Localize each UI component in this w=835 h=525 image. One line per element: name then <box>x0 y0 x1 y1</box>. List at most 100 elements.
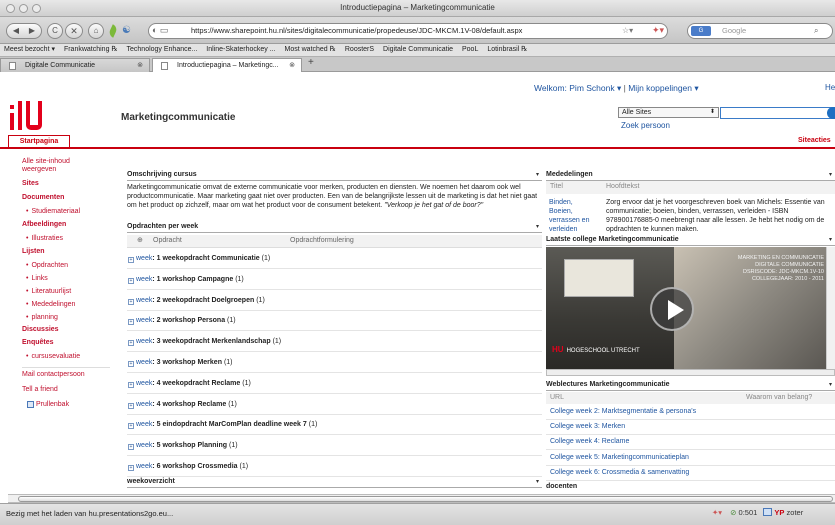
column-hoofdtekst[interactable]: Hoofdtekst <box>606 181 639 193</box>
expand-icon[interactable]: + <box>128 278 134 284</box>
zotero-label[interactable]: zoter <box>787 508 804 517</box>
webpart-menu-icon[interactable]: ▾ <box>536 477 539 487</box>
bookmark-item[interactable]: Frankwatching ℞ <box>64 46 118 53</box>
expand-icon[interactable]: + <box>128 340 134 346</box>
week-group-link[interactable]: week <box>136 338 152 345</box>
help-link[interactable]: He <box>825 83 835 92</box>
leftnav-illustraties[interactable]: Illustraties <box>22 235 63 242</box>
column-titel[interactable]: Titel <box>550 181 563 193</box>
search-scope-select[interactable]: Alle Sites ⬍ <box>618 107 719 118</box>
leftnav-planning[interactable]: planning <box>22 314 57 321</box>
video-horizontal-scrollbar[interactable] <box>546 369 835 376</box>
webpart-menu-icon[interactable]: ▾ <box>829 170 832 180</box>
week-item-label[interactable]: : 5 eindopdracht MarComPlan deadline wee… <box>152 421 306 428</box>
column-opdracht[interactable]: Opdracht <box>153 235 182 247</box>
expand-icon[interactable]: + <box>128 382 134 388</box>
reload-icon[interactable]: C <box>47 23 63 39</box>
back-icon[interactable]: ◀ <box>8 24 24 38</box>
welcome-user-menu[interactable]: Welkom: Pim Schonk ▾ <box>534 83 621 93</box>
weblecture-link[interactable]: College week 3: Merken <box>550 423 625 430</box>
week-item-label[interactable]: : 3 weekopdracht Merkenlandschap <box>152 338 270 345</box>
yp-label[interactable]: YP <box>774 508 784 517</box>
close-tab-icon[interactable]: ⊗ <box>289 59 295 72</box>
hu-logo[interactable] <box>10 101 60 131</box>
weblecture-link[interactable]: College week 5: Marketingcommunicatiepla… <box>550 454 689 461</box>
week-item-label[interactable]: : 4 workshop Reclame <box>152 401 226 408</box>
leftnav-sites[interactable]: Sites <box>22 180 39 187</box>
week-item-label[interactable]: : 2 weekopdracht Doelgroepen <box>152 297 254 304</box>
my-links-menu[interactable]: Mijn koppelingen ▾ <box>628 83 698 93</box>
week-group-link[interactable]: week <box>136 297 152 304</box>
site-search-input[interactable] <box>720 107 835 119</box>
leftnav-opdrachten[interactable]: Opdrachten <box>22 262 68 269</box>
weblecture-link[interactable]: College week 4: Reclame <box>550 438 629 445</box>
bookmark-item[interactable]: Lotinbrasil ℞ <box>487 46 527 53</box>
expand-icon[interactable]: + <box>128 444 134 450</box>
weblecture-link[interactable]: College week 6: Crossmedia & samenvattin… <box>550 469 689 476</box>
tab-introductiepagina[interactable]: Introductiepagina – Marketingc... ⊗ <box>152 58 302 72</box>
weblecture-link[interactable]: College week 2: Marktsegmentatie & perso… <box>550 408 696 415</box>
leftnav-mededelingen[interactable]: Mededelingen <box>22 301 75 308</box>
expand-icon[interactable]: + <box>128 403 134 409</box>
bookmark-item[interactable]: Technology Enhance... <box>127 46 198 53</box>
new-tab-icon[interactable]: + <box>308 57 314 68</box>
week-group-link[interactable]: week <box>136 276 152 283</box>
connection-icon[interactable]: ⊘ <box>730 508 736 517</box>
bookmark-item[interactable]: RoosterS <box>345 46 374 53</box>
webpart-menu-icon[interactable]: ▾ <box>536 170 539 180</box>
scrollbar-thumb[interactable] <box>18 496 833 502</box>
leftnav-afbeeldingen[interactable]: Afbeeldingen <box>22 221 66 228</box>
week-item-label[interactable]: : 4 weekopdracht Reclame <box>152 380 240 387</box>
expand-icon[interactable]: + <box>128 319 134 325</box>
week-group-link[interactable]: week <box>136 359 152 366</box>
leftnav-studiemateriaal[interactable]: Studiemateriaal <box>22 208 80 215</box>
week-group-link[interactable]: week <box>136 317 152 324</box>
week-item-label[interactable]: : 2 workshop Persona <box>152 317 225 324</box>
search-go-icon[interactable] <box>827 107 835 119</box>
leftnav-literatuurlijst[interactable]: Literatuurlijst <box>22 288 71 295</box>
leftnav-enquetes[interactable]: Enquêtes <box>22 339 54 346</box>
find-person-link[interactable]: Zoek persoon <box>621 121 670 130</box>
bookmark-item[interactable]: Meest bezocht ▾ <box>4 46 55 53</box>
bookmark-item[interactable]: Most watched ℞ <box>285 46 336 53</box>
site-identity-icon[interactable]: ◐ ▭ <box>152 25 168 36</box>
bookmark-item[interactable]: PooL <box>462 46 478 53</box>
lecture-video-player[interactable]: MARKETING EN COMMUNICATIE DIGITALE COMMU… <box>546 247 826 369</box>
week-item-label[interactable]: : 6 workshop Crossmedia <box>152 463 237 470</box>
stop-icon[interactable]: ✕ <box>65 23 83 39</box>
firefox-addon-icon[interactable]: ✦▾ <box>652 25 664 36</box>
week-group-link[interactable]: week <box>136 421 152 428</box>
announcement-title-link[interactable]: Binden, Boeien, verrassen en verleiden <box>549 198 597 234</box>
week-item-label[interactable]: : 3 workshop Merken <box>152 359 222 366</box>
close-tab-icon[interactable]: ⊗ <box>137 59 143 72</box>
expand-icon[interactable]: + <box>128 465 134 471</box>
url-bar[interactable]: https://www.sharepoint.hu.nl/sites/digit… <box>148 23 668 39</box>
home-icon[interactable]: ⌂ <box>88 23 104 39</box>
leftnav-prullenbak[interactable]: Prullenbak <box>36 401 69 408</box>
week-group-link[interactable]: week <box>136 255 152 262</box>
site-title[interactable]: Marketingcommunicatie <box>121 112 235 123</box>
play-icon[interactable] <box>650 287 694 331</box>
week-group-link[interactable]: week <box>136 463 152 470</box>
week-item-label[interactable]: : 1 weekopdracht Communicatie <box>152 255 259 262</box>
leaf-extension-icon[interactable] <box>107 24 119 38</box>
expand-icon[interactable]: + <box>128 361 134 367</box>
webpart-menu-icon[interactable]: ▾ <box>536 222 539 232</box>
column-url[interactable]: URL <box>550 392 564 403</box>
leftnav-mail-contact[interactable]: Mail contactpersoon <box>22 371 85 378</box>
leftnav-all-content[interactable]: Alle site-inhoud weergeven <box>22 158 92 174</box>
yp-icon[interactable] <box>763 508 773 516</box>
search-engine-icon[interactable]: G <box>691 26 711 36</box>
week-item-label[interactable]: : 1 workshop Campagne <box>152 276 233 283</box>
bookmark-item[interactable]: Digitale Communicatie <box>383 46 453 53</box>
webpart-menu-icon[interactable]: ▾ <box>829 235 832 245</box>
video-vertical-scrollbar[interactable] <box>826 247 835 369</box>
week-group-link[interactable]: week <box>136 380 152 387</box>
leftnav-tell-a-friend[interactable]: Tell a friend <box>22 386 58 393</box>
leftnav-lijsten[interactable]: Lijsten <box>22 248 45 255</box>
expand-icon[interactable]: + <box>128 423 134 429</box>
addon-icon[interactable]: ✦▾ <box>712 508 722 517</box>
page-horizontal-scrollbar[interactable] <box>8 494 835 503</box>
week-group-link[interactable]: week <box>136 401 152 408</box>
leftnav-links[interactable]: Links <box>22 275 47 282</box>
